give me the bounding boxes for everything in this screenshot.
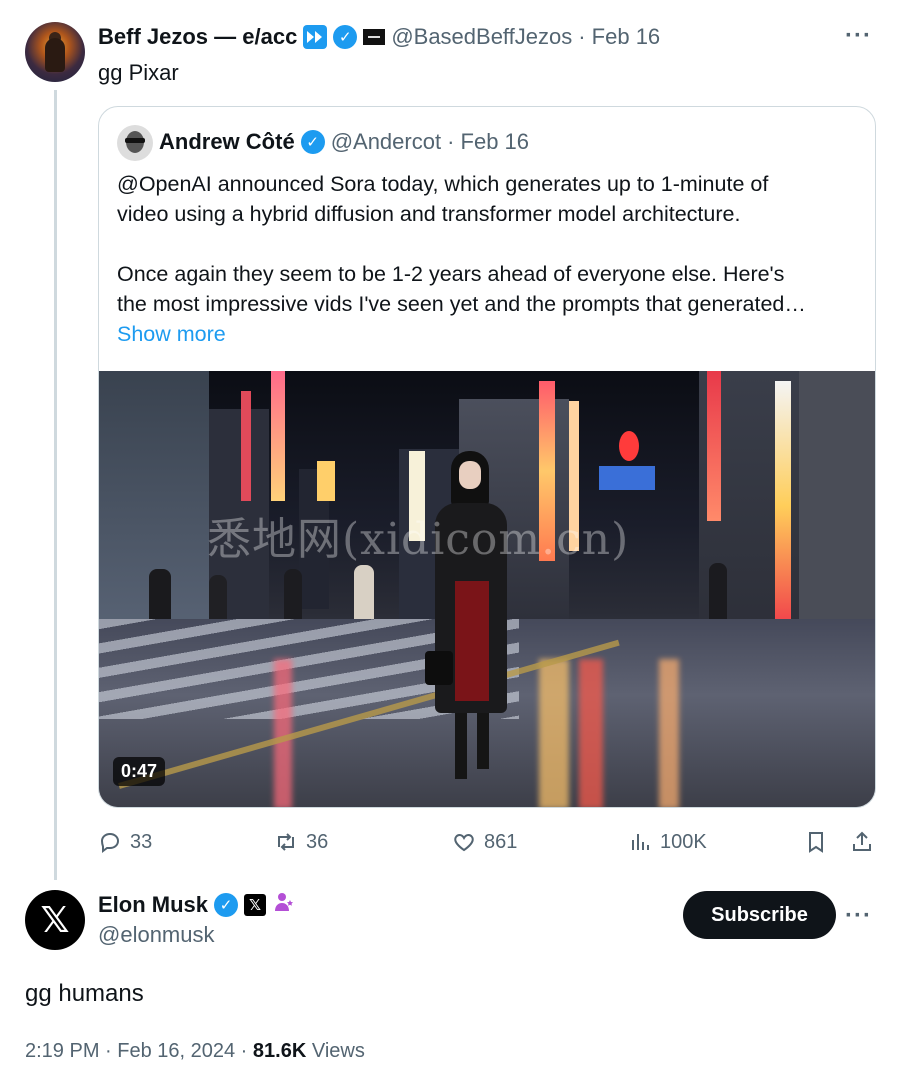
image-watermark: 悉地网(xidicom.cn)	[207, 514, 630, 565]
quoted-tweet-card[interactable]: Andrew Côté ✓ @Andercot · Feb 16 @OpenAI…	[98, 106, 876, 808]
like-count: 861	[484, 830, 518, 853]
thread-connector-line	[54, 90, 57, 880]
author-name[interactable]: Beff Jezos — e/acc	[98, 24, 297, 50]
quoted-author-handle: @Andercot	[330, 129, 442, 154]
subscribe-button[interactable]: Subscribe	[683, 891, 836, 939]
more-options-icon[interactable]: ···	[845, 902, 872, 930]
tweet-action-bar: 33 36 861 100K	[98, 824, 876, 860]
top-tweet-header: Beff Jezos — e/acc ✓ @BasedBeffJezos · F…	[98, 22, 660, 52]
reply-button[interactable]: 33	[98, 824, 152, 860]
tweet-views-label: Views	[311, 1040, 365, 1062]
bookmark-button[interactable]	[804, 824, 828, 860]
share-icon	[853, 831, 871, 851]
views-count: 100K	[660, 830, 707, 853]
quoted-text-line: @OpenAI announced Sora today, which gene…	[117, 172, 769, 196]
quoted-tweet-date: · Feb 16	[447, 129, 530, 154]
repost-icon	[278, 833, 294, 851]
tweet-date[interactable]: · Feb 16	[578, 24, 660, 50]
affiliate-badge-icon[interactable]	[363, 29, 386, 45]
show-more-link[interactable]: Show more	[117, 322, 226, 346]
reply-count: 33	[130, 830, 153, 853]
share-button[interactable]	[850, 824, 874, 860]
tweet-views-count: 81.6K	[252, 1040, 307, 1062]
x-affiliate-icon[interactable]: 𝕏	[244, 894, 267, 916]
quoted-tweet-text: @OpenAI announced Sora today, which gene…	[117, 169, 862, 349]
tweet-timestamp[interactable]: 2:19 PM · Feb 16, 2024 ·	[25, 1040, 247, 1062]
tweet-metadata: 2:19 PM · Feb 16, 2024 · 81.6K Views	[25, 1040, 365, 1063]
like-button[interactable]: 861	[452, 824, 517, 860]
fast-forward-icon	[303, 25, 328, 49]
quoted-text-line: Once again they seem to be 1-2 years ahe…	[117, 262, 785, 286]
bookmark-icon	[809, 832, 823, 853]
community-badge-icon	[272, 890, 296, 920]
views-button[interactable]: 100K	[628, 824, 707, 860]
tweet-text: gg humans	[25, 980, 144, 1007]
video-player[interactable]: 悉地网(xidicom.cn) 0:47	[99, 371, 875, 807]
repost-button[interactable]: 36	[274, 824, 328, 860]
verified-badge-icon: ✓	[300, 130, 325, 154]
repost-count: 36	[306, 830, 329, 853]
author-handle[interactable]: @elonmusk	[98, 922, 215, 948]
quoted-tweet-header: Andrew Côté ✓ @Andercot · Feb 16	[159, 127, 529, 157]
verified-badge-icon[interactable]: ✓	[333, 25, 358, 49]
heart-icon	[454, 833, 474, 852]
main-tweet-header: Elon Musk ✓ 𝕏	[98, 890, 296, 920]
author-handle[interactable]: @BasedBeffJezos	[391, 24, 572, 50]
quoted-text-line: video using a hybrid diffusion and trans…	[117, 202, 741, 226]
video-subject	[421, 451, 521, 791]
avatar-beff-jezos[interactable]	[25, 22, 85, 82]
verified-badge-icon[interactable]: ✓	[214, 893, 239, 917]
more-options-icon[interactable]: ···	[845, 22, 872, 50]
quoted-author-name: Andrew Côté	[159, 129, 295, 154]
reply-icon	[100, 832, 120, 853]
quoted-text-line: the most impressive vids I've seen yet a…	[117, 292, 806, 316]
avatar-elon-musk[interactable]: 𝕏	[25, 890, 85, 950]
analytics-icon	[632, 834, 649, 850]
video-duration-badge: 0:47	[113, 757, 166, 786]
tweet-text: gg Pixar	[98, 60, 179, 85]
author-name[interactable]: Elon Musk	[98, 892, 208, 918]
avatar-andrew-cote	[117, 125, 153, 161]
